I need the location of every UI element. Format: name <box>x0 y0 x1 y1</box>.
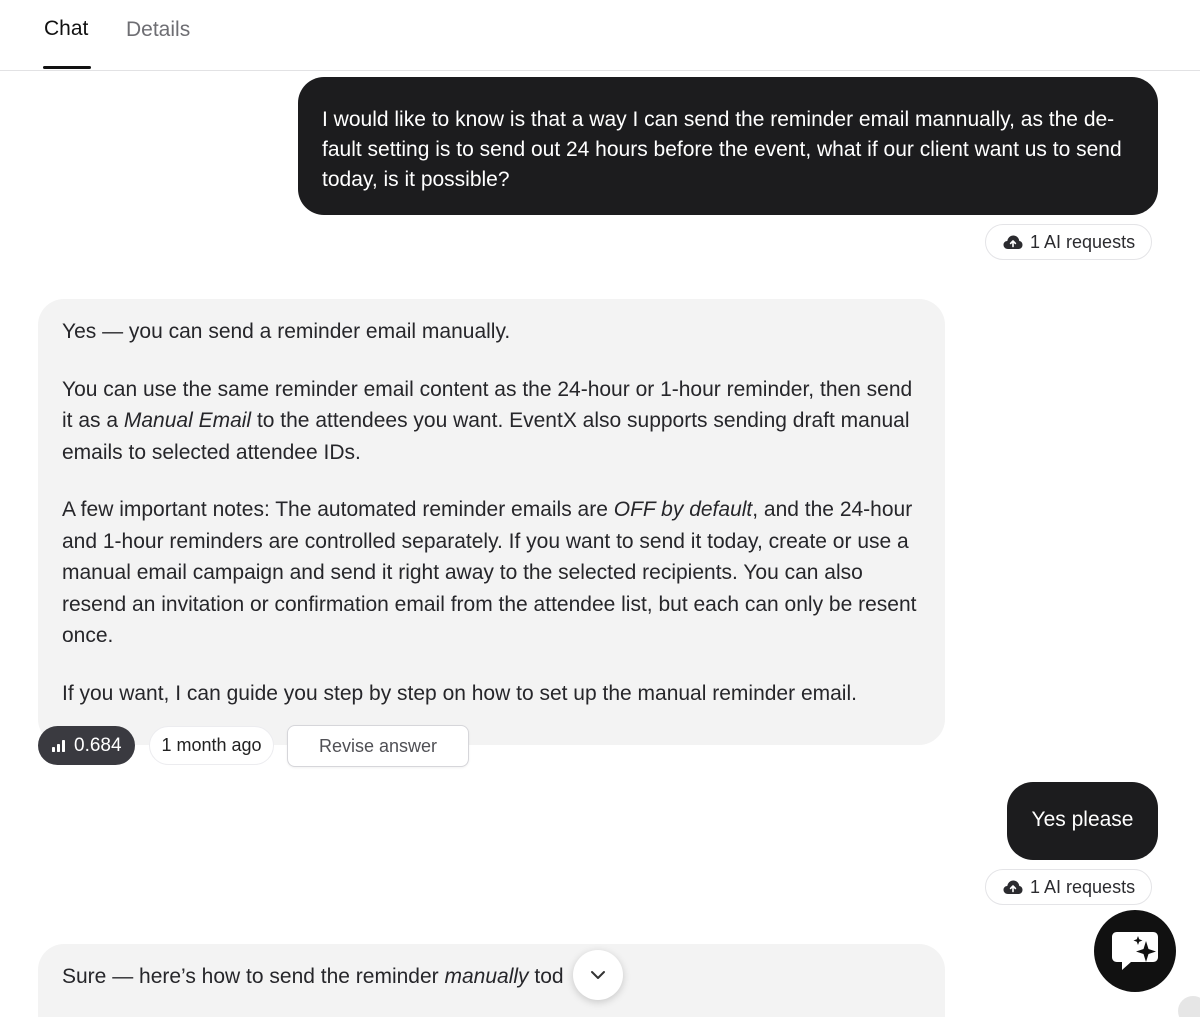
revise-answer-button[interactable]: Revise answer <box>287 725 469 767</box>
tab-chat[interactable]: Chat <box>44 16 88 42</box>
user-message: I would like to know is that a way I can… <box>298 77 1158 215</box>
ai-text: If you want, I can guide you step by ste… <box>62 681 857 705</box>
scroll-to-bottom-button[interactable] <box>573 950 623 1000</box>
ai-text: Sure — here’s how to send the reminder <box>62 965 445 988</box>
signal-bars-icon <box>52 739 65 752</box>
ai-paragraph: You can use the same reminder email cont… <box>62 374 921 469</box>
tab-details[interactable]: Details <box>126 17 190 43</box>
ai-emphasis: OFF by default <box>613 498 753 521</box>
ai-paragraph: Yes — you can send a reminder email manu… <box>62 316 921 348</box>
user-message-text: I would like to know is that a way I can… <box>322 108 1122 191</box>
chat-sparkle-icon <box>1112 932 1158 970</box>
timestamp-badge: 1 month ago <box>149 726 274 765</box>
ai-emphasis: manually <box>444 965 529 988</box>
chat-thread[interactable]: I would like to know is that a way I can… <box>0 71 1200 1017</box>
ai-paragraph: A few important notes: The automated rem… <box>62 494 921 652</box>
active-tab-indicator <box>43 66 91 69</box>
chat-assistant-button[interactable] <box>1094 910 1176 992</box>
cloud-upload-icon <box>1003 235 1023 249</box>
tab-bar: Chat Details <box>0 0 1200 71</box>
ai-paragraph: If you want, I can guide you step by ste… <box>62 678 921 710</box>
chevron-down-icon <box>591 971 605 979</box>
ai-text: tod <box>528 965 564 988</box>
ai-requests-label: 1 AI requests <box>1030 231 1136 252</box>
cloud-upload-icon <box>1003 880 1023 894</box>
ai-emphasis: Manual Email <box>123 409 252 432</box>
ai-requests-label: 1 AI requests <box>1030 876 1136 897</box>
ai-message: Sure — here’s how to send the reminder m… <box>38 944 945 1017</box>
ai-text: A few important notes: The automated rem… <box>62 498 614 521</box>
user-message-text: Yes please <box>1031 808 1134 831</box>
ai-text: Yes — you can send a reminder email manu… <box>62 320 511 343</box>
ai-message: Yes — you can send a reminder email manu… <box>38 299 945 745</box>
ai-requests-badge: 1 AI requests <box>985 869 1153 905</box>
user-message: Yes please <box>1007 782 1158 860</box>
ai-requests-badge: 1 AI requests <box>985 224 1153 260</box>
confidence-score: 0.684 <box>74 734 122 756</box>
confidence-score-badge[interactable]: 0.684 <box>38 726 135 765</box>
